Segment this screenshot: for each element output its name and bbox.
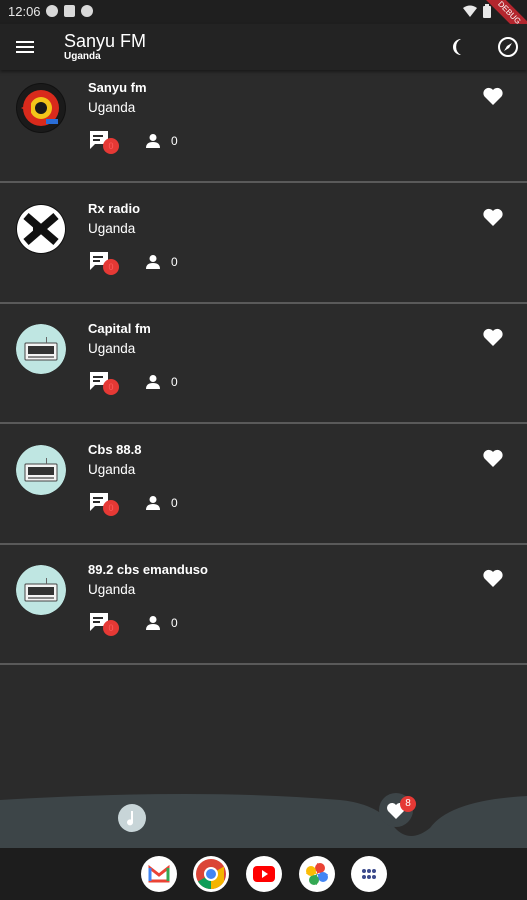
status-bar: 12:06 DEBUG [0,0,527,47]
station-country: Uganda [88,100,136,115]
nav-wave-background [0,794,527,848]
favorites-tab-button[interactable]: 8 [379,793,416,827]
chrome-app[interactable] [193,856,229,892]
sim-icon [64,5,75,17]
station-country: Uganda [88,462,136,477]
heart-icon[interactable] [482,85,504,107]
favorites-count-badge: 8 [400,796,416,812]
station-name: Capital fm [88,321,151,336]
station-row[interactable]: Capital fm Uganda 0 0 [0,304,527,424]
chrome-icon [196,859,226,889]
comments-button[interactable]: 0 [88,370,122,396]
station-row[interactable]: Sanyu fm Uganda 0 0 [0,63,527,183]
sanyu-logo-icon [16,83,66,133]
system-icons [463,4,491,18]
heart-icon[interactable] [482,326,504,348]
wifi-icon [463,5,477,17]
station-row[interactable]: Cbs 88.8 Uganda 0 0 [0,425,527,545]
radio-icon [16,324,66,374]
notification-icons [46,5,93,17]
heart-icon[interactable] [482,447,504,469]
comment-count-badge: 0 [103,259,119,275]
rx-logo-icon: rX [16,204,66,254]
listeners-count: 0 [145,495,178,511]
listeners-value: 0 [171,616,178,630]
station-row[interactable]: rX Rx radio Uganda 0 0 [0,184,527,304]
listeners-value: 0 [171,255,178,269]
person-icon [146,134,160,148]
listeners-value: 0 [171,496,178,510]
station-name: Rx radio [88,201,141,216]
compass-icon[interactable] [497,36,519,58]
heart-icon[interactable] [482,206,504,228]
station-name: 89.2 cbs emanduso [88,562,208,577]
gmail-app[interactable] [141,856,177,892]
notification-icon [46,5,58,17]
station-row[interactable]: 89.2 cbs emanduso Uganda 0 0 [0,545,527,665]
person-icon [146,496,160,510]
person-icon [146,255,160,269]
music-note-icon [127,811,134,826]
comment-count-badge: 0 [103,500,119,516]
app-dock [0,848,527,900]
svg-text:rX: rX [32,221,47,237]
status-time: 12:06 [8,4,41,19]
comments-button[interactable]: 0 [88,491,122,517]
dark-mode-icon[interactable] [453,36,475,58]
station-country: Uganda [88,221,136,236]
station-name: Sanyu fm [88,80,147,95]
menu-icon[interactable] [14,36,36,58]
listeners-count: 0 [145,254,178,270]
comment-count-badge: 0 [103,138,119,154]
station-name: Cbs 88.8 [88,442,142,457]
person-icon [146,375,160,389]
page-title: Sanyu FM [64,31,147,51]
listeners-count: 0 [145,133,178,149]
station-country: Uganda [88,341,136,356]
comments-button[interactable]: 0 [88,129,122,155]
photos-app[interactable] [299,856,335,892]
comment-count-badge: 0 [103,620,119,636]
station-country: Uganda [88,582,136,597]
listeners-count: 0 [145,615,178,631]
person-icon [146,616,160,630]
notification-icon [81,5,93,17]
comment-count-badge: 0 [103,379,119,395]
heart-icon[interactable] [482,567,504,589]
app-drawer-button[interactable] [351,856,387,892]
page-subtitle: Uganda [64,51,101,62]
radio-icon [16,565,66,615]
music-tab-button[interactable] [118,804,146,832]
bottom-navigation: 8 [0,790,527,848]
youtube-icon [253,866,275,882]
comments-button[interactable]: 0 [88,611,122,637]
listeners-count: 0 [145,374,178,390]
gmail-icon [148,864,170,883]
radio-icon [16,445,66,495]
battery-icon [483,4,491,18]
listeners-value: 0 [171,134,178,148]
youtube-app[interactable] [246,856,282,892]
comments-button[interactable]: 0 [88,250,122,276]
apps-grid-icon [362,869,376,879]
listeners-value: 0 [171,375,178,389]
photos-icon [306,863,328,885]
